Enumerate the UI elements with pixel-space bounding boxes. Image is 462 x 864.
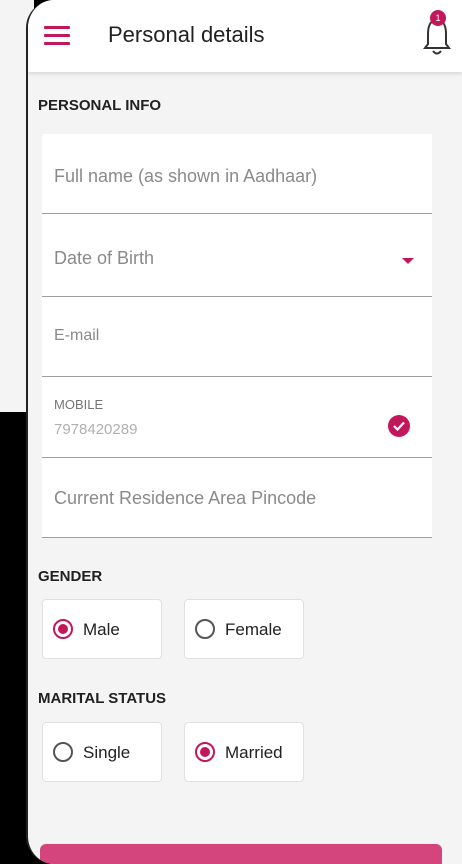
marital-single-option[interactable]: Single xyxy=(42,722,162,782)
mobile-field: MOBILE 7978420289 xyxy=(42,377,432,458)
dob-placeholder: Date of Birth xyxy=(54,248,155,268)
radio-selected-icon xyxy=(53,619,73,639)
app-bar: Personal details 1 xyxy=(28,0,462,72)
full-name-placeholder: Full name (as shown in Aadhaar) xyxy=(54,166,318,186)
marital-single-label: Single xyxy=(83,743,131,762)
pincode-field[interactable]: Current Residence Area Pincode xyxy=(42,458,432,538)
gender-male-option[interactable]: Male xyxy=(42,599,162,659)
gender-female-label: Female xyxy=(225,620,282,639)
radio-unselected-icon xyxy=(53,742,73,762)
email-placeholder: E-mail xyxy=(54,327,100,344)
dropdown-arrow-icon xyxy=(402,258,414,264)
section-gender: GENDER xyxy=(38,568,103,585)
full-name-field[interactable]: Full name (as shown in Aadhaar) xyxy=(42,134,432,214)
gender-male-label: Male xyxy=(83,620,120,639)
radio-unselected-icon xyxy=(195,619,215,639)
mobile-value: 7978420289 xyxy=(54,421,138,438)
mobile-label: MOBILE xyxy=(54,397,104,412)
marital-married-label: Married xyxy=(225,743,283,762)
hamburger-menu-icon[interactable] xyxy=(44,26,70,46)
pincode-placeholder: Current Residence Area Pincode xyxy=(54,488,317,508)
notification-button[interactable]: 1 xyxy=(420,10,454,60)
gender-female-option[interactable]: Female xyxy=(184,599,304,659)
dob-field[interactable]: Date of Birth xyxy=(42,214,432,297)
section-personal-info: PERSONAL INFO xyxy=(38,97,162,114)
email-field[interactable]: E-mail xyxy=(42,297,432,377)
notification-badge: 1 xyxy=(430,10,446,26)
marital-married-option[interactable]: Married xyxy=(184,722,304,782)
verified-check-icon xyxy=(388,415,410,437)
continue-button[interactable] xyxy=(40,844,442,864)
radio-selected-icon xyxy=(195,742,215,762)
phone-screen: Personal details 1 PERSONAL INFO Full na… xyxy=(26,0,462,864)
page-title: Personal details xyxy=(108,22,265,47)
section-marital-status: MARITAL STATUS xyxy=(38,690,167,707)
